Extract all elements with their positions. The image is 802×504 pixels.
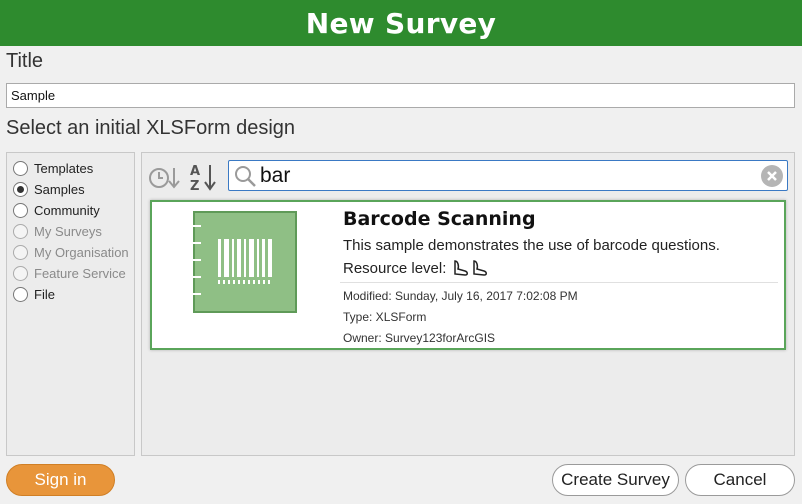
source-label: Feature Service xyxy=(34,266,126,281)
radio-button[interactable] xyxy=(13,161,28,176)
result-type: Type: XLSForm xyxy=(343,310,427,324)
search-box xyxy=(228,160,788,191)
sign-in-button[interactable]: Sign in xyxy=(6,464,115,496)
source-label: My Surveys xyxy=(34,224,102,239)
cancel-button[interactable]: Cancel xyxy=(685,464,795,496)
source-option-community[interactable]: Community xyxy=(7,200,134,221)
source-label: Community xyxy=(34,203,100,218)
sort-alphabetical-button[interactable]: A Z xyxy=(187,162,221,192)
dialog-title: New Survey xyxy=(305,6,497,40)
clear-search-button[interactable] xyxy=(761,165,783,187)
title-input[interactable] xyxy=(6,83,795,108)
footprints-icon xyxy=(452,259,492,277)
resource-level-label: Resource level: xyxy=(343,259,447,277)
clock-sort-icon xyxy=(149,168,180,189)
source-panel: Templates Samples Community My Surveys M… xyxy=(6,152,135,456)
radio-button xyxy=(13,245,28,260)
az-sort-icon: A Z xyxy=(190,164,216,192)
search-input[interactable] xyxy=(260,163,750,188)
source-label: My Organisation xyxy=(34,245,129,260)
result-description: This sample demonstrates the use of barc… xyxy=(343,237,720,254)
radio-button-selected[interactable] xyxy=(13,182,28,197)
barcode-notebook-icon xyxy=(157,206,331,318)
source-option-my-organisation: My Organisation xyxy=(7,242,134,263)
sort-by-date-button[interactable] xyxy=(147,162,181,192)
source-option-my-surveys: My Surveys xyxy=(7,221,134,242)
title-label: Title xyxy=(6,50,44,72)
source-label: Templates xyxy=(34,161,94,176)
radio-button xyxy=(13,266,28,281)
card-divider xyxy=(340,282,778,283)
result-modified: Modified: Sunday, July 16, 2017 7:02:08 … xyxy=(343,289,578,303)
source-label: Samples xyxy=(34,182,85,197)
result-card[interactable]: Barcode Scanning This sample demonstrate… xyxy=(150,200,786,350)
source-option-templates[interactable]: Templates xyxy=(7,158,134,179)
result-title: Barcode Scanning xyxy=(343,208,536,230)
design-label: Select an initial XLSForm design xyxy=(6,117,296,139)
search-icon xyxy=(235,166,256,187)
source-option-feature-service: Feature Service xyxy=(7,263,134,284)
dialog-header: New Survey xyxy=(0,0,802,46)
radio-button[interactable] xyxy=(13,287,28,302)
resource-level: Resource level: xyxy=(343,259,492,277)
source-option-file[interactable]: File xyxy=(7,284,134,305)
results-panel: A Z bar Barcode Scanning This sample dem… xyxy=(141,152,795,456)
create-survey-button[interactable]: Create Survey xyxy=(552,464,679,496)
result-owner: Owner: Survey123forArcGIS xyxy=(343,331,496,345)
svg-text:A: A xyxy=(190,164,200,179)
source-label: File xyxy=(34,287,55,302)
source-option-samples[interactable]: Samples xyxy=(7,179,134,200)
radio-button xyxy=(13,224,28,239)
radio-button[interactable] xyxy=(13,203,28,218)
svg-text:Z: Z xyxy=(190,179,199,192)
close-icon xyxy=(767,171,777,181)
